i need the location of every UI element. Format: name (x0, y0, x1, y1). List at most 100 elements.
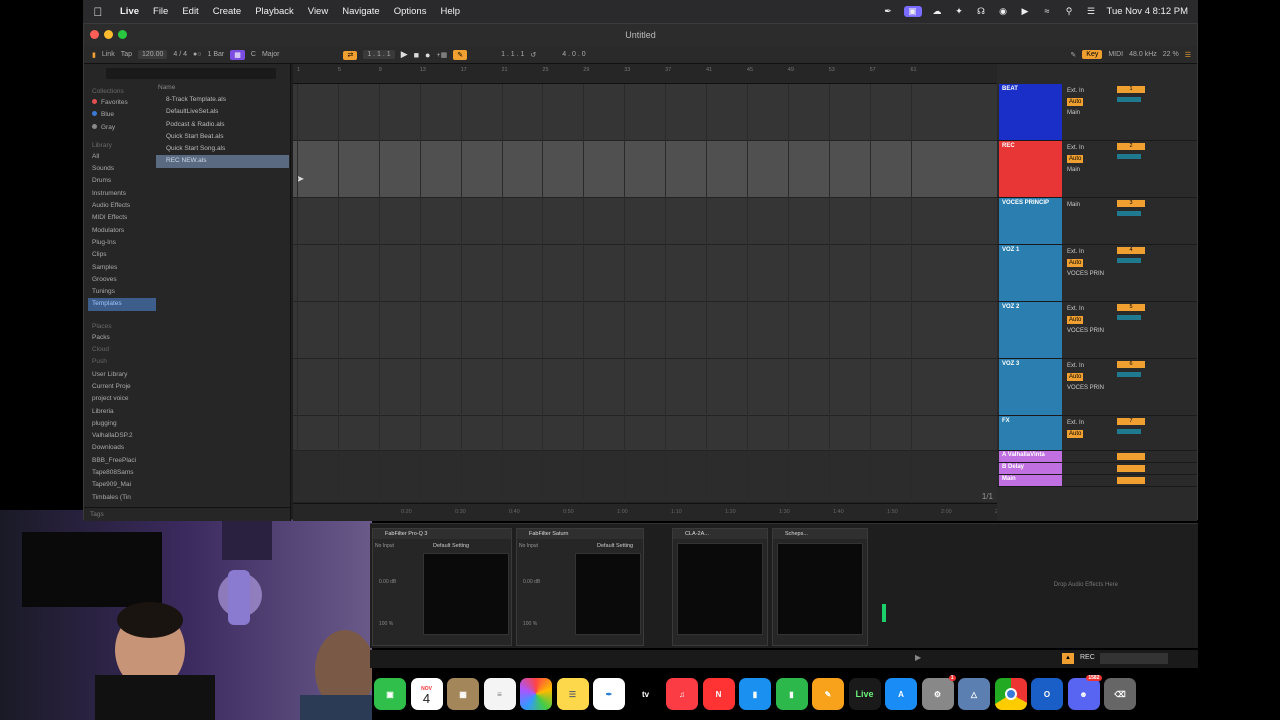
place-downloads[interactable]: Downloads (88, 442, 156, 454)
lane-voz3[interactable] (293, 359, 997, 416)
menu-edit[interactable]: Edit (175, 6, 205, 17)
track-name[interactable]: BEAT (999, 84, 1062, 140)
ruler-bar-29[interactable]: 29 (583, 67, 589, 73)
tempo-field[interactable]: 120.00 (138, 50, 168, 59)
time-ruler[interactable]: 0:20 0:30 0:40 0:50 1:00 1:10 1:20 1:30 1:40 1:50… (293, 503, 1006, 521)
place-cloud[interactable]: Cloud (88, 344, 156, 356)
news-icon[interactable]: N (702, 678, 735, 710)
ruler-bar-37[interactable]: 37 (665, 67, 671, 73)
return-track-header[interactable]: Main (997, 475, 1197, 487)
loop-start-field[interactable]: 1 . 1 . 1 (501, 51, 524, 58)
track-activator-button[interactable]: 3 (1117, 200, 1145, 207)
place-plugging[interactable]: plugging (88, 418, 156, 430)
saturn-mix[interactable]: 100 % (523, 621, 537, 627)
return-activator-button[interactable] (1117, 465, 1145, 472)
place-valhalla[interactable]: ValhallaDSP.2 (88, 430, 156, 442)
loop-icon[interactable]: ↺ (530, 51, 536, 59)
system-settings-icon[interactable]: ⚙ 1 (921, 675, 956, 710)
collection-gray[interactable]: Gray (88, 122, 156, 134)
track-io[interactable]: Ext. In Auto Main (1067, 143, 1084, 176)
freeform-icon[interactable]: ✒ (593, 678, 625, 710)
menu-options[interactable]: Options (387, 6, 434, 17)
hamburger-menu-icon[interactable]: ☰ (1185, 51, 1197, 59)
return-activator-button[interactable] (1117, 453, 1145, 460)
track-monitor[interactable]: Auto (1067, 373, 1084, 381)
status-rec-icon[interactable]: ▲ (1062, 653, 1074, 664)
track-volume-slider[interactable] (1117, 258, 1141, 263)
loop-length-field[interactable]: 4 . 0 . 0 (562, 51, 585, 58)
draw-mode-icon[interactable]: ✎ (1070, 51, 1076, 59)
cloud-icon[interactable]: ☁ (931, 6, 944, 17)
ruler-bar-61[interactable]: 61 (911, 67, 917, 73)
track-activator-button[interactable]: 1 (1117, 86, 1145, 93)
file-podcast-radio[interactable]: Podcast & Radio.als (156, 119, 289, 131)
track-io[interactable]: Ext. In Auto VOCES PRIN (1067, 247, 1104, 280)
library-modulators[interactable]: Modulators (88, 225, 156, 237)
return-track-header[interactable]: B Delay (997, 463, 1197, 475)
track-header[interactable]: BEAT Ext. In Auto Main 1 (997, 84, 1197, 141)
track-activator-button[interactable]: 5 (1117, 304, 1145, 311)
record-status-icon[interactable]: ◉ (997, 6, 1010, 17)
app-store-icon[interactable]: A (885, 678, 917, 710)
ruler-bar-17[interactable]: 17 (461, 67, 467, 73)
ruler-bar-53[interactable]: 53 (829, 67, 835, 73)
track-output[interactable]: VOCES PRIN (1067, 326, 1104, 337)
saturn-gain[interactable]: 0.00 dB (523, 579, 540, 585)
device-saturn-title[interactable]: FabFilter Saturn (517, 529, 643, 539)
library-audio-effects[interactable]: Audio Effects (88, 200, 156, 212)
track-header[interactable]: VOCES PRINCIP Main 3 (997, 198, 1197, 245)
track-io[interactable]: Ext. In Auto (1067, 418, 1084, 440)
trash-icon[interactable]: ⌫ (1104, 678, 1136, 710)
track-io[interactable]: Ext. In Auto VOCES PRIN (1067, 361, 1104, 394)
library-clips[interactable]: Clips (88, 249, 156, 261)
cla2a-display[interactable] (677, 543, 763, 635)
proq3-display[interactable] (423, 553, 509, 635)
browser-search-input[interactable] (106, 68, 276, 79)
track-name[interactable]: VOZ 3 (999, 359, 1062, 415)
track-input[interactable]: Ext. In (1067, 143, 1084, 154)
return-track-name[interactable]: A ValhallaVinta (999, 451, 1062, 462)
device-scheps[interactable]: Scheps... (772, 528, 868, 646)
ruler-bar-45[interactable]: 45 (747, 67, 753, 73)
scheps-display[interactable] (777, 543, 863, 635)
spark-icon[interactable]: ✦ (953, 6, 966, 17)
ruler-bar-49[interactable]: 49 (788, 67, 794, 73)
discord-icon[interactable]: ☻ 1582 (1067, 675, 1102, 710)
track-volume-slider[interactable] (1117, 211, 1141, 216)
photos-icon[interactable] (520, 678, 552, 710)
device-scheps-title[interactable]: Scheps... (773, 529, 867, 539)
track-activator-button[interactable]: 6 (1117, 361, 1145, 368)
ruler-bar-5[interactable]: 5 (338, 67, 341, 73)
time-signature-field[interactable]: 4 / 4 (173, 51, 187, 58)
minimize-window-button[interactable] (104, 30, 113, 39)
track-header[interactable]: REC Ext. In Auto Main 2 (997, 141, 1197, 198)
saturn-preset[interactable]: Default Setting (597, 543, 633, 549)
track-io[interactable]: Ext. In Auto Main (1067, 86, 1084, 119)
collection-blue[interactable]: Blue (88, 109, 156, 121)
track-activator-button[interactable]: 2 (1117, 143, 1145, 150)
track-output[interactable]: VOCES PRIN (1067, 269, 1104, 280)
device-proq3-title[interactable]: FabFilter Pro-Q 3 (373, 529, 511, 539)
library-grooves[interactable]: Grooves (88, 274, 156, 286)
track-name[interactable]: FX (999, 416, 1062, 450)
place-bbb[interactable]: BBB_FreePlaci (88, 455, 156, 467)
lane-returns[interactable] (293, 451, 997, 503)
proq3-mix[interactable]: 100 % (379, 621, 393, 627)
track-name[interactable]: REC (999, 141, 1062, 197)
proq3-preset[interactable]: Default Setting (433, 543, 469, 549)
record-button[interactable]: ● (425, 50, 430, 60)
search-icon[interactable]: ⚲ (1063, 6, 1076, 17)
headphones-icon[interactable]: ☊ (975, 6, 988, 17)
play-button[interactable]: ▶ (401, 49, 408, 60)
apple-icon[interactable]:  (83, 5, 113, 19)
music-icon[interactable]: ♫ (666, 678, 698, 710)
link-button[interactable]: Link (102, 51, 115, 58)
file-quick-start-beat[interactable]: Quick Start Beat.als (156, 131, 289, 143)
keynote-icon[interactable]: ▮ (739, 678, 771, 710)
key-map-button[interactable]: Key (1082, 50, 1103, 59)
sticky-notes-icon[interactable]: ▦ (447, 678, 479, 710)
place-push[interactable]: Push (88, 356, 156, 368)
place-current-project[interactable]: Current Proje (88, 381, 156, 393)
screen-record-icon[interactable]: ▣ (903, 6, 922, 17)
library-all[interactable]: All (88, 151, 156, 163)
